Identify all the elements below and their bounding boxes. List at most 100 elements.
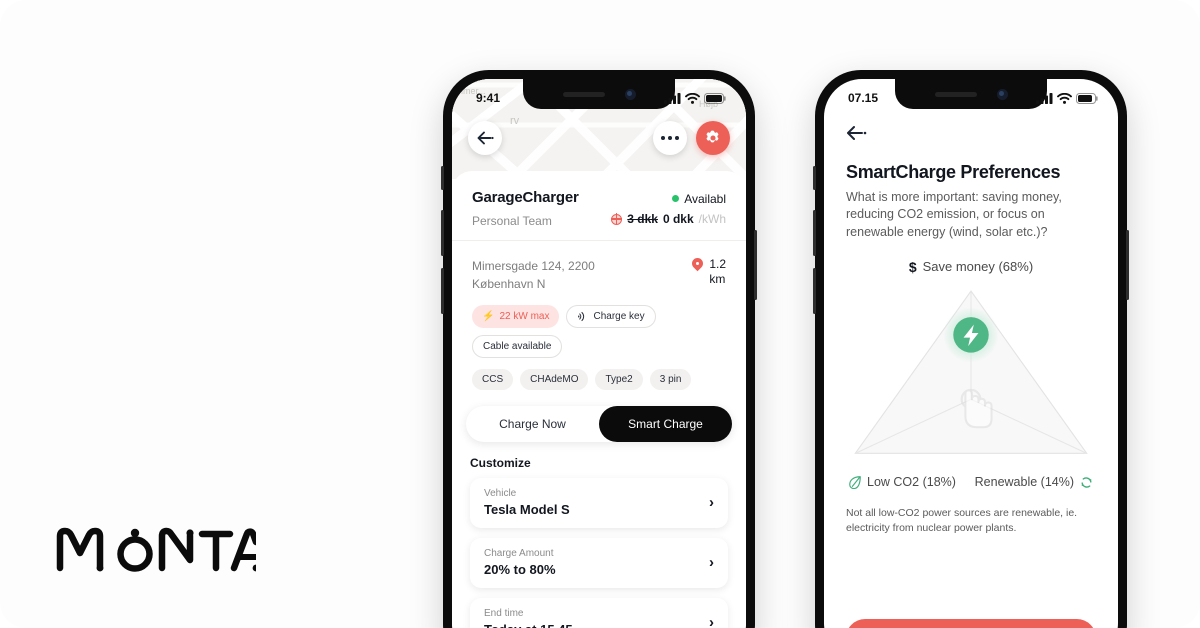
- phone-right: 07.15 SmartCharge Preferences What is mo…: [813, 70, 1129, 628]
- status-bar-left: 9:41: [452, 79, 746, 111]
- customize-list: Vehicle Tesla Model S › Charge Amount 20…: [452, 477, 746, 628]
- status-time: 9:41: [476, 91, 501, 105]
- price-unit: /kWh: [698, 212, 726, 226]
- ternary-triangle-chart[interactable]: [846, 277, 1096, 473]
- chip-charge-key[interactable]: Charge key: [566, 304, 656, 328]
- smartcharge-preferences-page: SmartCharge Preferences What is more imp…: [824, 125, 1118, 628]
- chip-charge-key-label: Charge key: [593, 310, 645, 322]
- availability-label: Availabl: [684, 191, 726, 206]
- volume-down-button[interactable]: [441, 268, 444, 314]
- chip-power[interactable]: ⚡ 22 kW max: [472, 304, 560, 328]
- vehicle-label: Vehicle: [484, 488, 517, 499]
- more-options-button[interactable]: [653, 121, 687, 155]
- chip-connector-type2[interactable]: Type2: [595, 368, 643, 390]
- renewable-legend: Renewable (14%): [975, 475, 1094, 490]
- charge-amount-label: Charge Amount: [484, 548, 554, 559]
- availability-badge: Availabl: [672, 192, 726, 206]
- price-new: 0 dkk: [662, 212, 694, 226]
- volume-up-button[interactable]: [441, 210, 444, 256]
- back-button[interactable]: [846, 125, 1096, 146]
- distance-unit: km: [709, 271, 726, 286]
- charger-name: GarageCharger: [472, 189, 579, 206]
- chevron-right-icon: ›: [709, 614, 714, 628]
- list-item-vehicle[interactable]: Vehicle Tesla Model S ›: [470, 477, 728, 528]
- chip-chademo-label: CHAdeMO: [530, 373, 579, 385]
- power-button[interactable]: [1126, 230, 1129, 300]
- arrow-left-icon: [477, 131, 494, 145]
- power-button[interactable]: [754, 230, 757, 300]
- battery-icon: [1076, 92, 1098, 104]
- screen-right: 07.15 SmartCharge Preferences What is mo…: [824, 79, 1118, 628]
- end-time-value: Today at 15.45: [484, 622, 573, 628]
- settings-button[interactable]: [696, 121, 730, 155]
- charge-mode-tabs: Charge Now Smart Charge: [466, 405, 732, 442]
- mute-switch[interactable]: [813, 166, 816, 190]
- tab-smart-charge-label: Smart Charge: [628, 416, 703, 431]
- chip-3pin-label: 3 pin: [659, 373, 682, 385]
- back-button[interactable]: [468, 121, 502, 155]
- address-line-2: København N: [472, 276, 546, 291]
- ternary-bottom-labels: Low CO2 (18%) Renewable (14%): [846, 475, 1096, 490]
- status-bar-right: 07.15: [824, 79, 1118, 111]
- status-dot-green-icon: [672, 195, 680, 202]
- nfc-icon: [578, 311, 585, 321]
- mute-switch[interactable]: [441, 166, 444, 190]
- low-co2-label: Low CO2 (18%): [867, 475, 956, 490]
- recycle-icon: [1081, 477, 1092, 488]
- charger-summary: GarageCharger Availabl Personal Team 3 d…: [452, 171, 746, 241]
- chip-type2-label: Type2: [605, 373, 633, 385]
- submit-button[interactable]: Submit: [846, 619, 1096, 628]
- chip-connector-chademo[interactable]: CHAdeMO: [520, 368, 589, 390]
- page-title: SmartCharge Preferences: [846, 162, 1061, 182]
- feature-chips-row-1: ⚡ 22 kW max Charge key Cable available: [452, 301, 746, 358]
- chip-cable-label: Cable available: [483, 340, 552, 352]
- save-money-label: Save money (68%): [922, 259, 1034, 275]
- list-item-end-time[interactable]: End time Today at 15.45 ›: [470, 597, 728, 628]
- chip-power-label: 22 kW max: [499, 310, 550, 322]
- map-header-controls: [452, 121, 746, 155]
- leaf-icon: [849, 476, 861, 490]
- footnote: Not all low-CO2 power sources are renewa…: [846, 506, 1078, 534]
- distance-block: 1.2 km: [692, 257, 726, 287]
- vehicle-value: Tesla Model S: [484, 502, 570, 517]
- map-pin-icon: [692, 258, 703, 273]
- page-subtitle: What is more important: saving money, re…: [846, 190, 1062, 239]
- tab-smart-charge[interactable]: Smart Charge: [599, 405, 732, 442]
- charger-detail-sheet: GarageCharger Availabl Personal Team 3 d…: [452, 171, 746, 628]
- wifi-icon: [685, 92, 700, 104]
- more-horizontal-icon: [661, 136, 679, 140]
- charger-team: Personal Team: [472, 213, 552, 228]
- chip-cable[interactable]: Cable available: [472, 334, 563, 358]
- ternary-top-label: $ Save money (68%): [846, 259, 1096, 275]
- tab-charge-now-label: Charge Now: [499, 416, 566, 431]
- customize-heading: Customize: [470, 455, 531, 470]
- list-item-charge-amount[interactable]: Charge Amount 20% to 80% ›: [470, 537, 728, 588]
- status-time: 07.15: [848, 91, 879, 105]
- address-line-1: Mimersgade 124, 2200: [472, 258, 595, 273]
- renewable-label: Renewable (14%): [974, 475, 1074, 490]
- monta-logo: [56, 524, 256, 572]
- volume-up-button[interactable]: [813, 210, 816, 256]
- discount-badge-icon: [610, 213, 623, 225]
- gear-icon: [706, 130, 719, 143]
- arrow-left-icon: [847, 126, 867, 140]
- distance-number: 1.2: [709, 256, 726, 271]
- battery-icon: [704, 92, 726, 104]
- location-row: Mimersgade 124, 2200 København N 1.2 km: [452, 241, 746, 301]
- bolt-icon: ⚡: [482, 310, 495, 322]
- cellular-bars-icon: [1036, 92, 1053, 104]
- chevron-right-icon: ›: [709, 554, 714, 571]
- low-co2-legend: Low CO2 (18%): [848, 475, 956, 490]
- chip-connector-3pin[interactable]: 3 pin: [649, 368, 692, 390]
- chevron-right-icon: ›: [709, 494, 714, 511]
- cellular-bars-icon: [664, 92, 681, 104]
- poster-canvas: nmer... rv Højb 9:41 GarageCharger Avail…: [0, 0, 1200, 628]
- volume-down-button[interactable]: [813, 268, 816, 314]
- tab-charge-now[interactable]: Charge Now: [466, 406, 599, 442]
- wifi-icon: [1057, 92, 1072, 104]
- chip-connector-ccs[interactable]: CCS: [472, 368, 514, 390]
- screen-left: nmer... rv Højb 9:41 GarageCharger Avail…: [452, 79, 746, 628]
- end-time-label: End time: [484, 608, 524, 619]
- dollar-sign-icon: $: [908, 258, 917, 275]
- price-block: 3 dkk 0 dkk /kWh: [610, 212, 726, 226]
